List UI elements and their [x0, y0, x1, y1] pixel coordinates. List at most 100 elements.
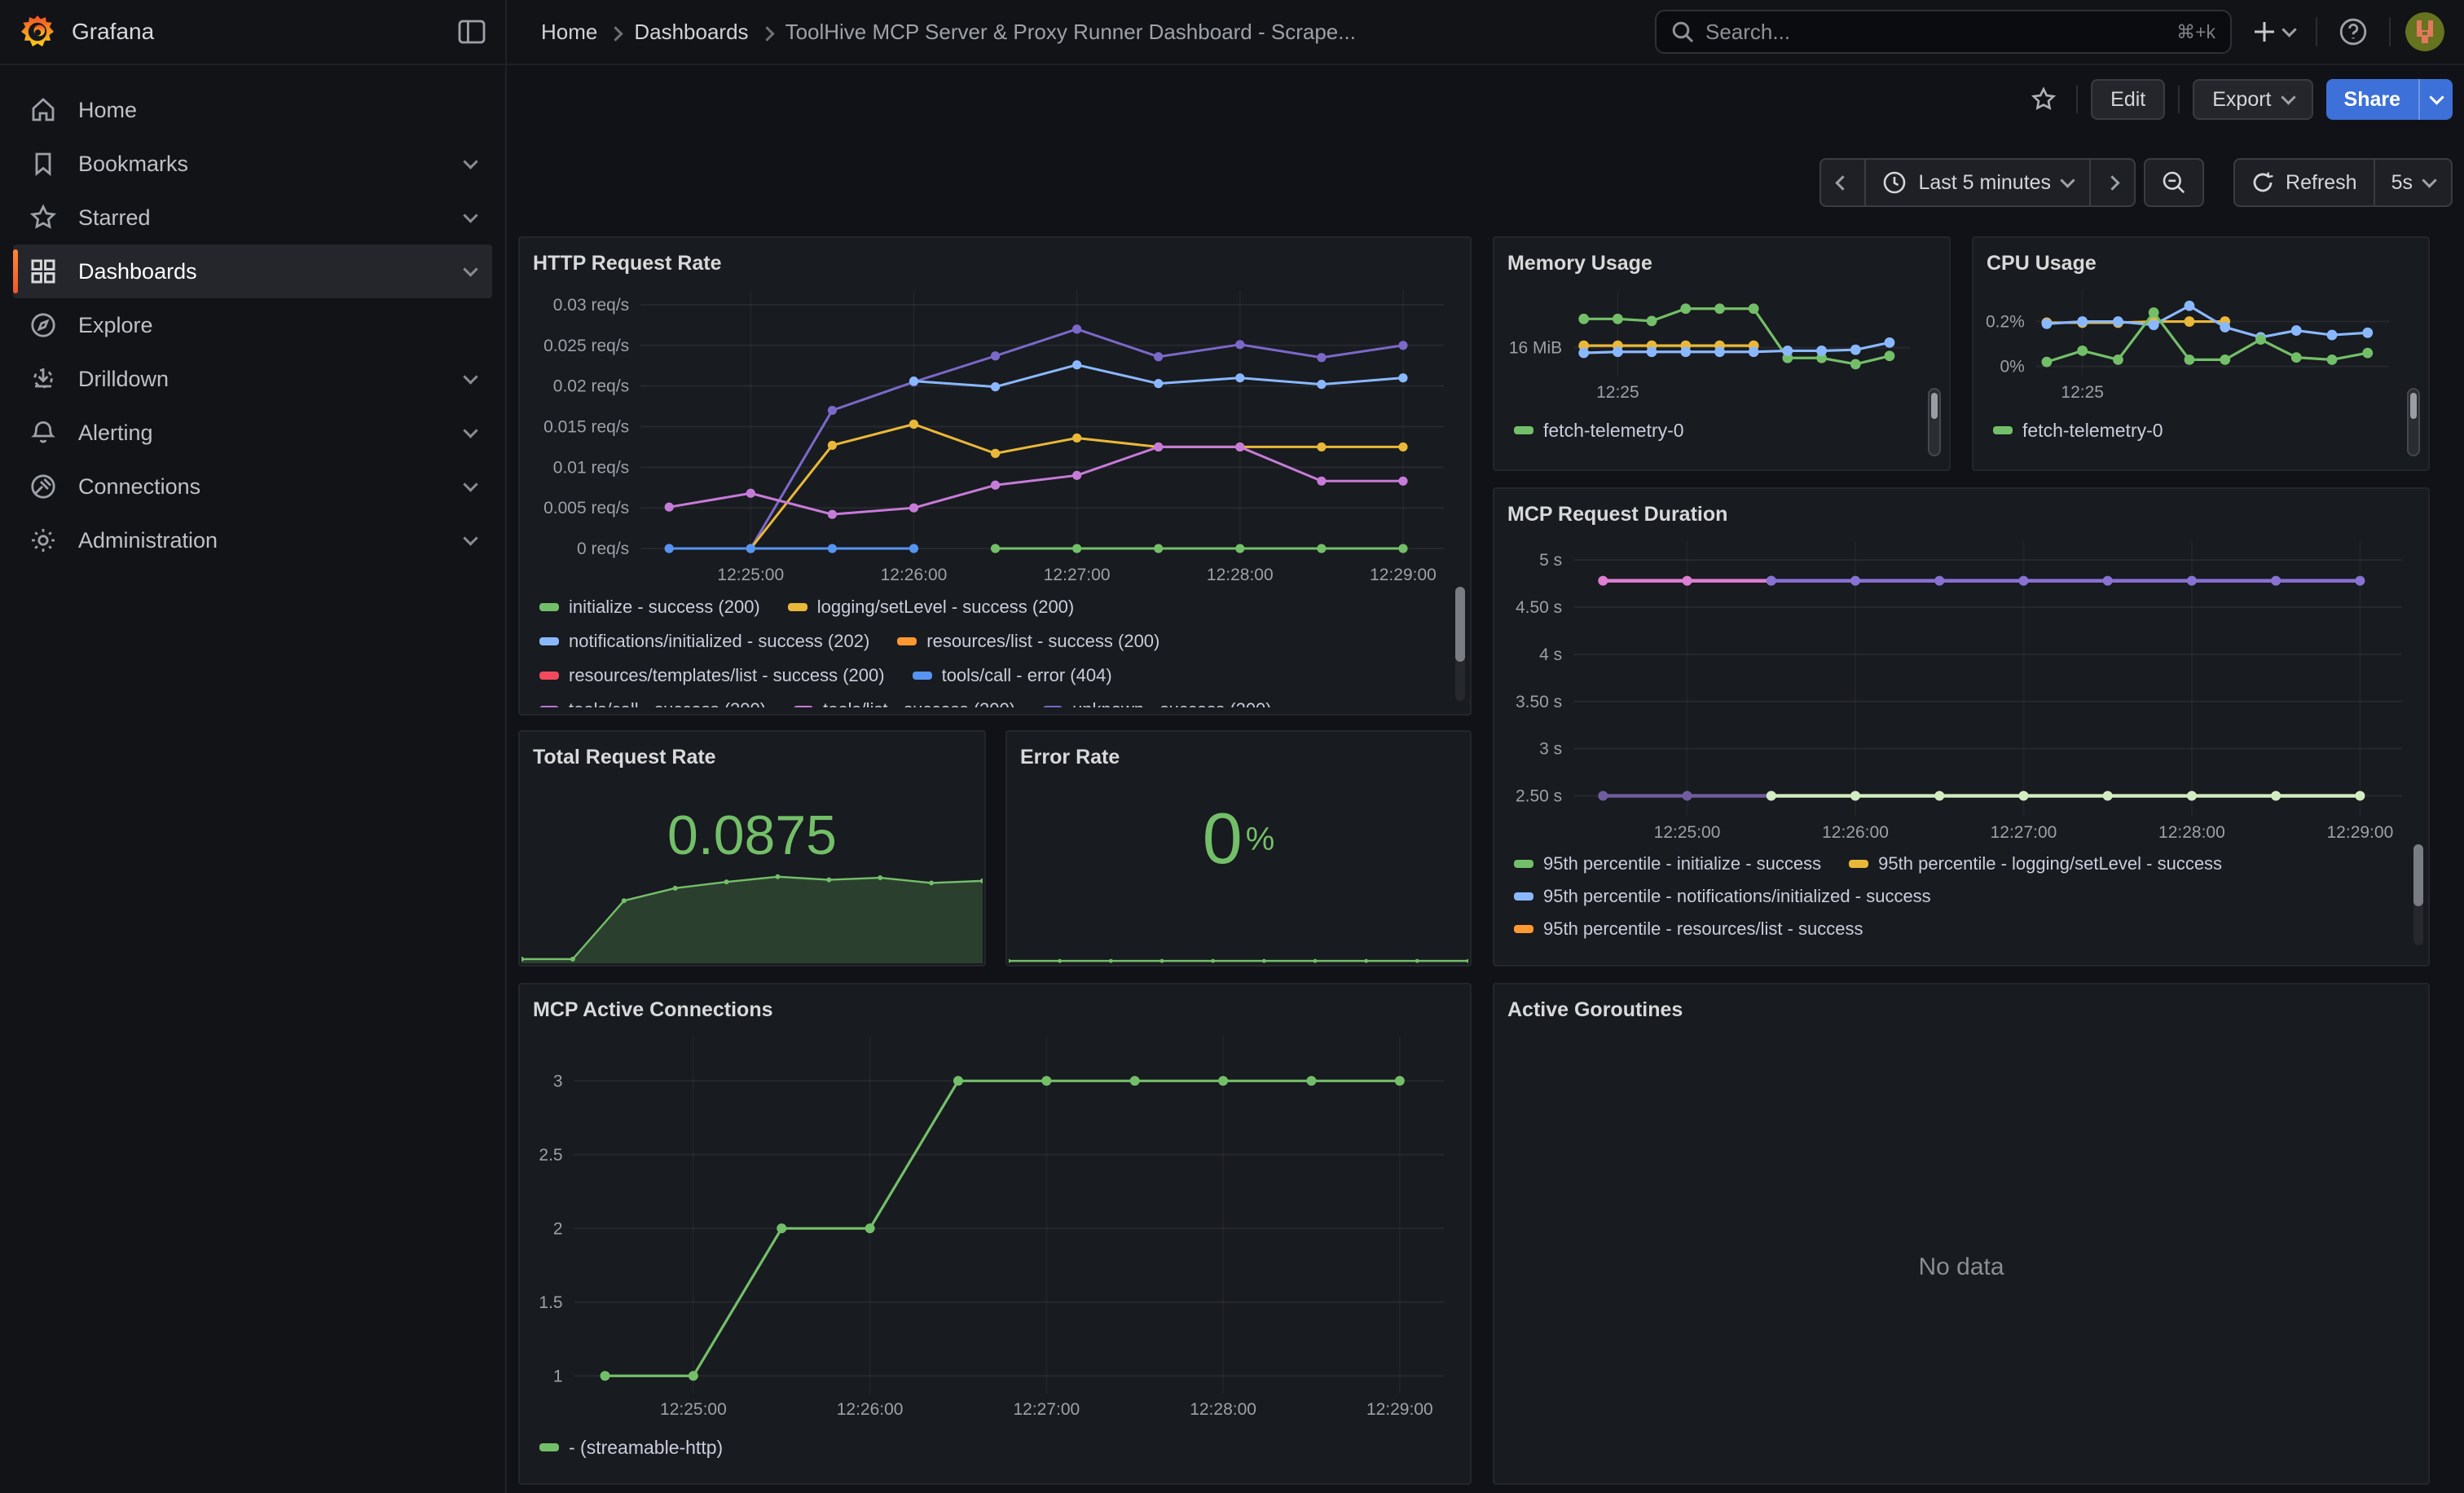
- panel-http-request-rate: HTTP Request Rate 12:25:0012:26:0012:27:…: [518, 236, 1472, 716]
- refresh-button[interactable]: Refresh: [2233, 158, 2375, 207]
- time-controls: Last 5 minutes Refresh 5s: [1819, 158, 2453, 207]
- star-dashboard-button[interactable]: [2024, 80, 2063, 119]
- refresh-label: Refresh: [2286, 171, 2357, 195]
- search-input[interactable]: Search... ⌘+k: [1655, 10, 2232, 54]
- dock-sidebar-icon[interactable]: [451, 13, 492, 51]
- grafana-logo-icon[interactable]: [20, 14, 55, 50]
- legend-scrollbar[interactable]: [1455, 587, 1465, 701]
- export-button[interactable]: Export: [2193, 79, 2312, 120]
- chevron-down-icon[interactable]: [463, 208, 477, 222]
- svg-text:0.005 req/s: 0.005 req/s: [543, 499, 629, 517]
- svg-text:0%: 0%: [2000, 358, 2024, 377]
- svg-text:3 s: 3 s: [1539, 740, 1562, 759]
- add-new-button[interactable]: [2246, 14, 2301, 50]
- svg-text:3.50 s: 3.50 s: [1516, 693, 1562, 711]
- legend-item[interactable]: 95th percentile - resources/list - succe…: [1514, 918, 1863, 940]
- panel-title: Error Rate: [1020, 740, 1457, 774]
- panel-error-rate: Error Rate 0%: [1005, 730, 1472, 967]
- refresh-interval-picker[interactable]: 5s: [2375, 158, 2453, 207]
- svg-text:0.015 req/s: 0.015 req/s: [543, 417, 629, 436]
- legend-item[interactable]: 95th percentile - notifications/initiali…: [1514, 886, 1931, 907]
- duration-legend: 95th percentile - initialize - success 9…: [1507, 848, 2415, 952]
- breadcrumb-home[interactable]: Home: [541, 20, 597, 45]
- sidebar-item-explore[interactable]: Explore: [13, 298, 492, 352]
- sidebar-item-home[interactable]: Home: [13, 83, 492, 137]
- dashboard-actions: Edit Export Share: [2024, 78, 2453, 121]
- grafana-app: Grafana Home Dashboards ToolHive MCP Ser…: [0, 0, 2464, 1493]
- sidebar-item-alerting[interactable]: Alerting: [13, 406, 492, 460]
- zoom-out-icon[interactable]: [2144, 158, 2204, 207]
- legend-item[interactable]: resources/templates/list - success (200): [539, 665, 885, 686]
- panel-title: Memory Usage: [1507, 246, 1936, 280]
- legend-scrollbar[interactable]: [2413, 844, 2423, 945]
- user-avatar[interactable]: [2405, 12, 2444, 51]
- chevron-down-icon[interactable]: [463, 154, 477, 169]
- svg-text:2: 2: [553, 1219, 563, 1238]
- legend-scrollbar[interactable]: [1928, 388, 1941, 456]
- svg-text:12:25: 12:25: [2061, 383, 2104, 402]
- compass-icon: [29, 311, 57, 339]
- legend-item[interactable]: fetch-telemetry-0: [1993, 420, 2163, 442]
- mcp-request-duration-chart: 12:25:0012:26:0012:27:0012:28:0012:29:00…: [1507, 531, 2415, 844]
- sidebar-item-administration[interactable]: Administration: [13, 513, 492, 567]
- sidebar-item-connections[interactable]: Connections: [13, 460, 492, 513]
- edit-button[interactable]: Edit: [2091, 79, 2165, 120]
- sidebar-item-label: Drilldown: [78, 367, 444, 392]
- legend-item[interactable]: tools/call - success (200): [539, 699, 766, 707]
- cpu-usage-chart: 12:25 0.2% 0%: [1987, 280, 2402, 404]
- legend-item[interactable]: 95th percentile - resources/templates/li…: [1514, 951, 1946, 952]
- panel-title: Active Goroutines: [1507, 993, 2415, 1027]
- connections-icon: [29, 473, 57, 500]
- svg-text:0.2%: 0.2%: [1987, 313, 2025, 332]
- svg-text:0.01 req/s: 0.01 req/s: [553, 458, 629, 477]
- legend-item[interactable]: tools/call - error (404): [913, 665, 1112, 686]
- bookmark-icon: [29, 150, 57, 178]
- svg-text:12:25:00: 12:25:00: [717, 566, 784, 584]
- chevron-down-icon[interactable]: [463, 423, 477, 438]
- sidebar-item-label: Starred: [78, 205, 444, 231]
- breadcrumb-dashboards[interactable]: Dashboards: [634, 20, 748, 45]
- panel-title: Total Request Rate: [533, 740, 971, 774]
- legend-item[interactable]: 95th percentile - initialize - success: [1514, 853, 1821, 874]
- panel-total-request-rate: Total Request Rate 0.0875: [518, 730, 986, 967]
- memory-legend: fetch-telemetry-0: [1507, 411, 1936, 450]
- sidebar-item-bookmarks[interactable]: Bookmarks: [13, 137, 492, 191]
- gear-icon: [29, 526, 57, 554]
- legend-item[interactable]: unknown - success (200): [1043, 699, 1272, 707]
- svg-text:12:29:00: 12:29:00: [1366, 1400, 1433, 1419]
- legend-item[interactable]: resources/list - success (200): [897, 631, 1159, 652]
- legend-item[interactable]: logging/setLevel - success (200): [788, 597, 1075, 618]
- sidebar-item-dashboards[interactable]: Dashboards: [13, 244, 492, 298]
- http-request-rate-chart: 12:25:0012:26:0012:27:0012:28:0012:29:00…: [533, 280, 1457, 587]
- share-dropdown-button[interactable]: [2418, 79, 2453, 120]
- dashboard-main: Edit Export Share Last 5 minutes: [508, 64, 2464, 1493]
- breadcrumb-current: ToolHive MCP Server & Proxy Runner Dashb…: [785, 20, 1356, 45]
- time-forward-button[interactable]: [2091, 158, 2136, 207]
- breadcrumb-separator-icon: [610, 20, 621, 45]
- svg-text:12:25: 12:25: [1596, 383, 1639, 402]
- chevron-down-icon[interactable]: [463, 369, 477, 384]
- chevron-down-icon[interactable]: [463, 477, 477, 491]
- sidebar-item-starred[interactable]: Starred: [13, 191, 492, 244]
- chevron-down-icon[interactable]: [463, 531, 477, 545]
- svg-text:12:28:00: 12:28:00: [1207, 566, 1274, 584]
- legend-item[interactable]: - (streamable-http): [539, 1437, 723, 1459]
- chevron-down-icon[interactable]: [463, 262, 477, 276]
- sidebar-item-drilldown[interactable]: Drilldown: [13, 352, 492, 406]
- search-icon: [1671, 20, 1694, 43]
- legend-item[interactable]: fetch-telemetry-0: [1514, 420, 1684, 442]
- share-button[interactable]: Share: [2326, 79, 2418, 120]
- legend-item[interactable]: 95th percentile - logging/setLevel - suc…: [1849, 853, 2222, 874]
- time-back-button[interactable]: [1819, 158, 1866, 207]
- legend-item[interactable]: notifications/initialized - success (202…: [539, 631, 869, 652]
- panel-mcp-active-connections: MCP Active Connections 12:25:0012:26:001…: [518, 983, 1472, 1485]
- error-rate-sparkline: [1009, 944, 1468, 963]
- time-range-picker[interactable]: Last 5 minutes: [1866, 158, 2091, 207]
- help-icon[interactable]: [2332, 11, 2374, 53]
- svg-text:3: 3: [553, 1072, 563, 1090]
- legend-scrollbar[interactable]: [2407, 388, 2420, 456]
- legend-item[interactable]: tools/list - success (200): [794, 699, 1015, 707]
- topbar-right: Search... ⌘+k: [1655, 10, 2464, 54]
- legend-item[interactable]: initialize - success (200): [539, 597, 760, 618]
- dashboards-grid-icon: [29, 258, 57, 285]
